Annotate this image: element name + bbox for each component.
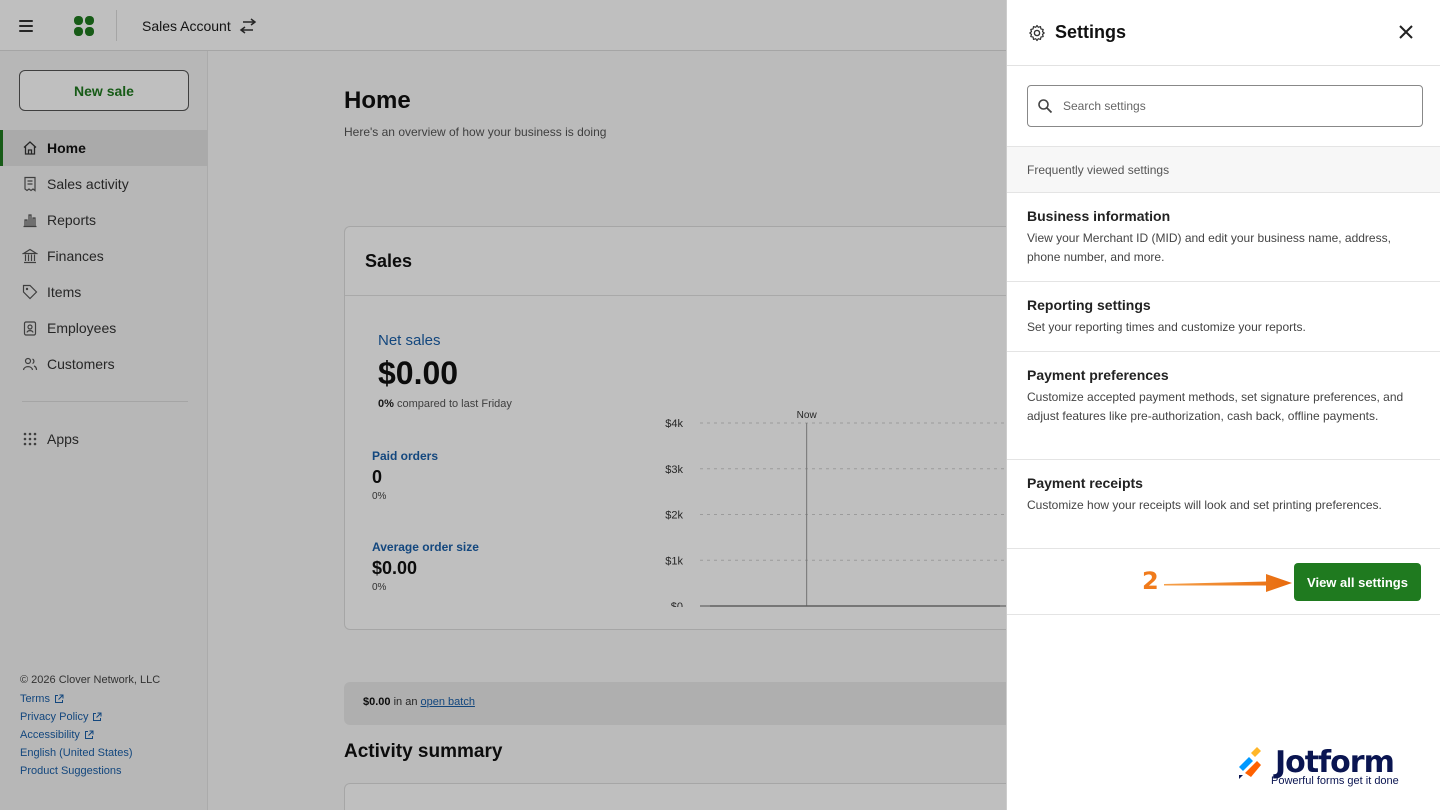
setting-title: Reporting settings <box>1027 297 1151 313</box>
settings-list: Business information View your Merchant … <box>1007 193 1440 549</box>
jotform-tagline: Powerful forms get it done <box>1271 775 1399 787</box>
setting-description: Customize how your receipts will look an… <box>1027 498 1382 512</box>
settings-panel-title: Settings <box>1055 22 1127 42</box>
setting-title: Payment preferences <box>1027 367 1169 383</box>
setting-title: Business information <box>1027 208 1171 224</box>
setting-business-information[interactable]: Business information View your Merchant … <box>1007 193 1440 282</box>
frequently-viewed-header: Frequently viewed settings <box>1007 146 1440 193</box>
setting-title: Payment receipts <box>1027 475 1143 491</box>
setting-payment-preferences[interactable]: Payment preferences Customize accepted p… <box>1007 352 1440 460</box>
settings-panel-footer: 2 View all settings <box>1007 549 1440 615</box>
jotform-watermark: Jotform Powerful forms get it done <box>1235 745 1415 793</box>
annotation-arrow-icon <box>1164 574 1292 592</box>
gear-icon <box>1029 24 1045 42</box>
step-number-annotation: 2 <box>1142 567 1159 595</box>
setting-description: Set your reporting times and customize y… <box>1027 320 1306 334</box>
setting-description: Customize accepted payment methods, set … <box>1027 390 1404 423</box>
jotform-logo-icon <box>1239 747 1261 779</box>
settings-panel-header: Settings <box>1007 0 1440 66</box>
setting-description: View your Merchant ID (MID) and edit you… <box>1027 231 1391 264</box>
search-icon <box>1038 99 1053 114</box>
modal-overlay[interactable] <box>0 0 1006 810</box>
settings-search-box <box>1027 85 1423 127</box>
close-icon[interactable] <box>1397 23 1415 41</box>
view-all-settings-button[interactable]: View all settings <box>1294 563 1421 601</box>
setting-payment-receipts[interactable]: Payment receipts Customize how your rece… <box>1007 460 1440 549</box>
settings-search-input[interactable] <box>1063 99 1393 113</box>
setting-reporting-settings[interactable]: Reporting settings Set your reporting ti… <box>1007 282 1440 352</box>
settings-panel: Settings Frequently viewed settings Busi… <box>1006 0 1440 810</box>
